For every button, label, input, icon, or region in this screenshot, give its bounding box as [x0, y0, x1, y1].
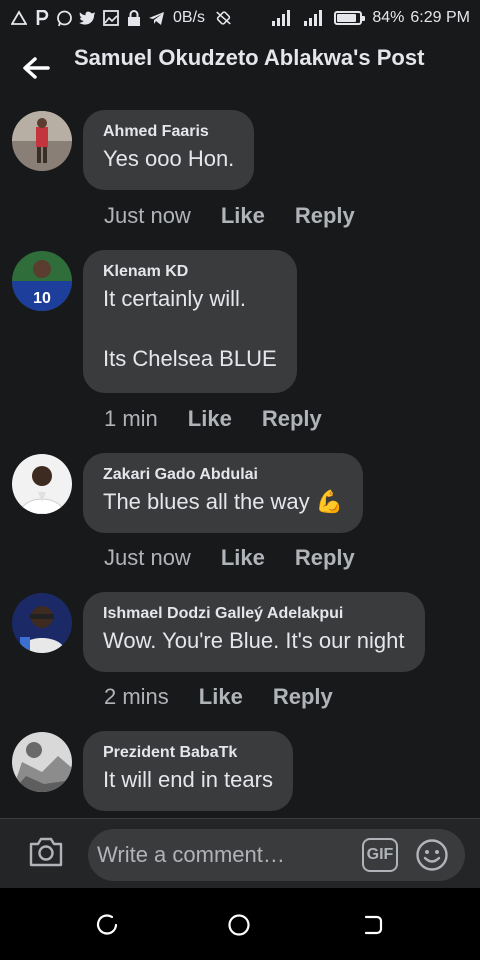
- comment-actions: Just now Like Reply: [104, 543, 355, 573]
- back-arrow-icon: [23, 57, 50, 79]
- comment-text: Yes ooo Hon.: [103, 146, 235, 171]
- comment-time: Just now: [104, 545, 191, 570]
- comment-text: It certainly will. Its Chelsea BLUE: [103, 286, 277, 371]
- signal-icon: [302, 10, 328, 27]
- comment-author[interactable]: Ahmed Faaris: [103, 122, 234, 142]
- lock-icon: [125, 10, 142, 27]
- mute-icon: [215, 10, 232, 27]
- system-nav-bar: [0, 888, 480, 960]
- camera-icon: [29, 837, 63, 867]
- battery-percent: 84%: [372, 9, 405, 26]
- reply-button[interactable]: Reply: [273, 682, 333, 712]
- comment-bubble[interactable]: Klenam KD It certainly will. Its Chelsea…: [83, 250, 297, 393]
- post-header: Samuel Okudzeto Ablakwa's Post: [0, 36, 480, 106]
- reply-button[interactable]: Reply: [295, 543, 355, 573]
- like-button[interactable]: Like: [221, 543, 265, 573]
- comment-time: 1 min: [104, 406, 158, 431]
- comment-actions: 1 min Like Reply: [104, 404, 322, 434]
- back-button[interactable]: [22, 56, 50, 80]
- signal-icon: [270, 10, 296, 27]
- comment-bubble[interactable]: Zakari Gado Abdulai The blues all the wa…: [83, 453, 364, 533]
- avatar[interactable]: [12, 454, 72, 514]
- comment-bubble[interactable]: Ishmael Dodzi Galleý Adelakpui Wow. You'…: [83, 592, 425, 672]
- svg-text:10: 10: [33, 290, 51, 307]
- like-button[interactable]: Like: [221, 201, 265, 231]
- page-title: Samuel Okudzeto Ablakwa's Post: [74, 45, 425, 70]
- comment-input-box[interactable]: GIF: [88, 829, 465, 881]
- clock: 6:29 PM: [410, 9, 470, 26]
- avatar[interactable]: [12, 732, 72, 792]
- recents-button[interactable]: [94, 912, 120, 938]
- whatsapp-icon: [56, 10, 73, 27]
- comment-time: Just now: [104, 203, 191, 228]
- comment-input[interactable]: [97, 829, 357, 881]
- comment-composer: GIF: [0, 818, 480, 888]
- reply-button[interactable]: Reply: [262, 404, 322, 434]
- comment-bubble[interactable]: Ahmed Faaris Yes ooo Hon.: [83, 110, 255, 190]
- comment-time: 2 mins: [104, 684, 169, 709]
- comment-actions: Just now Like Reply: [104, 201, 355, 231]
- comment-list: Ahmed Faaris Yes ooo Hon. Just now Like …: [0, 108, 480, 818]
- warning-triangle-icon: [10, 10, 27, 27]
- battery-icon: [334, 11, 366, 25]
- image-icon: [102, 10, 119, 27]
- avatar[interactable]: 10: [12, 251, 72, 311]
- like-button[interactable]: Like: [188, 404, 232, 434]
- camera-button[interactable]: [28, 835, 64, 871]
- emoji-icon: [416, 839, 448, 871]
- comment-author[interactable]: Klenam KD: [103, 262, 277, 282]
- back-nav-button[interactable]: [360, 912, 386, 938]
- comment-actions: 2 mins Like Reply: [104, 682, 333, 712]
- network-speed: 0B/s: [173, 9, 206, 26]
- gif-button[interactable]: GIF: [362, 838, 398, 872]
- parking-icon: [33, 10, 50, 27]
- comment-text: The blues all the way 💪: [103, 489, 344, 514]
- avatar[interactable]: [12, 111, 72, 171]
- home-circle-icon: [228, 914, 250, 936]
- status-system-icons: 84% 6:29 PM: [270, 9, 470, 27]
- avatar[interactable]: [12, 593, 72, 653]
- home-button[interactable]: [226, 912, 252, 938]
- comment-bubble[interactable]: Prezident BabaTk It will end in tears: [83, 731, 293, 811]
- like-button[interactable]: Like: [199, 682, 243, 712]
- status-notification-icons: 0B/s: [10, 9, 232, 27]
- comment-author[interactable]: Ishmael Dodzi Galleý Adelakpui: [103, 604, 405, 624]
- twitter-icon: [79, 10, 96, 27]
- emoji-button[interactable]: [415, 838, 449, 872]
- comment-text: It will end in tears: [103, 767, 273, 792]
- telegram-icon: [148, 10, 165, 27]
- recents-icon: [96, 914, 118, 935]
- comment-author[interactable]: Prezident BabaTk: [103, 743, 273, 763]
- back-nav-icon: [364, 915, 383, 935]
- status-bar: 0B/s 84% 6:29 PM: [0, 0, 480, 36]
- comment-text: Wow. You're Blue. It's our night: [103, 628, 405, 653]
- comment-author[interactable]: Zakari Gado Abdulai: [103, 465, 343, 485]
- battery-level: [337, 14, 356, 22]
- reply-button[interactable]: Reply: [295, 201, 355, 231]
